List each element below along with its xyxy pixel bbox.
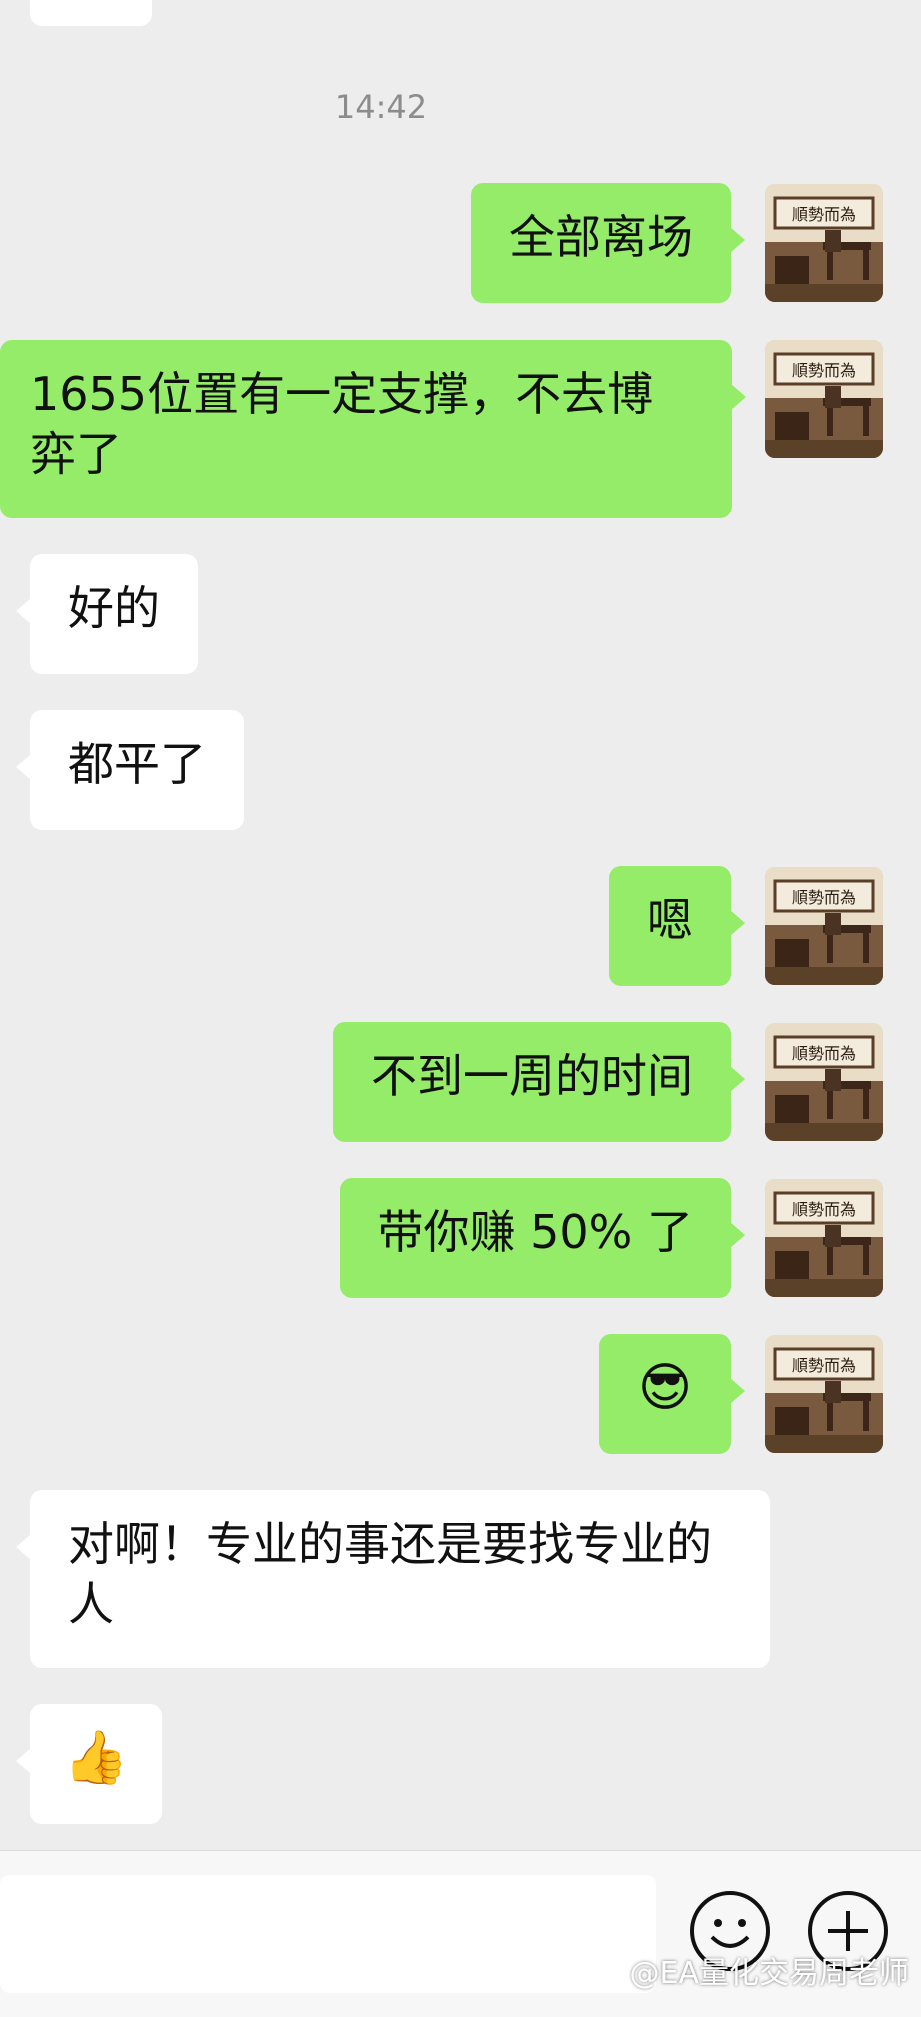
- svg-text:順勢而為: 順勢而為: [792, 205, 856, 224]
- calligraphy-study-avatar-image: 順勢而為: [765, 1335, 883, 1453]
- watermark: @EA量化交易周老师: [629, 1956, 909, 1991]
- message-text: 都平了: [68, 737, 206, 791]
- incoming-message[interactable]: 都平了: [16, 710, 244, 830]
- incoming-message[interactable]: 好的: [16, 554, 198, 674]
- incoming-message[interactable]: 对啊！专业的事还是要找专业的人: [16, 1490, 770, 1668]
- my-avatar[interactable]: 順勢而為: [765, 1179, 883, 1297]
- my-avatar[interactable]: 順勢而為: [765, 340, 883, 458]
- calligraphy-study-avatar-image: 順勢而為: [765, 184, 883, 302]
- thumbs-up-emoji: 👍: [63, 1728, 129, 1788]
- outgoing-message[interactable]: 全部离场: [471, 183, 745, 303]
- message-text: 带你赚 50% 了: [377, 1205, 694, 1259]
- svg-text:順勢而為: 順勢而為: [792, 1356, 856, 1375]
- outgoing-message[interactable]: 1655位置有一定支撑，不去博弈了: [0, 340, 746, 518]
- svg-text:順勢而為: 順勢而為: [792, 888, 856, 907]
- my-avatar[interactable]: 順勢而為: [765, 184, 883, 302]
- message-text: 不到一周的时间: [371, 1049, 693, 1103]
- message-text: 1655位置有一定支撑，不去博弈了: [30, 367, 654, 481]
- message-text: 嗯: [647, 893, 693, 947]
- calligraphy-study-avatar-image: 順勢而為: [765, 340, 883, 458]
- calligraphy-study-avatar-image: 順勢而為: [765, 1023, 883, 1141]
- my-avatar[interactable]: 順勢而為: [765, 867, 883, 985]
- message-text: 好的: [68, 581, 160, 635]
- previous-message-stub: [30, 0, 152, 26]
- outgoing-emoji-message[interactable]: 😎: [599, 1334, 745, 1454]
- calligraphy-study-avatar-image: 順勢而為: [765, 867, 883, 985]
- svg-text:順勢而為: 順勢而為: [792, 1200, 856, 1219]
- my-avatar[interactable]: 順勢而為: [765, 1335, 883, 1453]
- outgoing-message[interactable]: 不到一周的时间: [333, 1022, 745, 1142]
- message-input[interactable]: [0, 1875, 656, 1993]
- message-text: 对啊！专业的事还是要找专业的人: [68, 1517, 712, 1631]
- calligraphy-study-avatar-image: 順勢而為: [765, 1179, 883, 1297]
- message-text: 全部离场: [509, 210, 693, 264]
- svg-text:順勢而為: 順勢而為: [792, 361, 856, 380]
- incoming-emoji-message[interactable]: 👍: [16, 1704, 162, 1824]
- my-avatar[interactable]: 順勢而為: [765, 1023, 883, 1141]
- outgoing-message[interactable]: 嗯: [609, 866, 745, 986]
- message-timestamp: 14:42: [334, 88, 428, 126]
- svg-text:順勢而為: 順勢而為: [792, 1044, 856, 1063]
- outgoing-message[interactable]: 带你赚 50% 了: [339, 1178, 745, 1298]
- cool-face-emoji: 😎: [637, 1358, 693, 1418]
